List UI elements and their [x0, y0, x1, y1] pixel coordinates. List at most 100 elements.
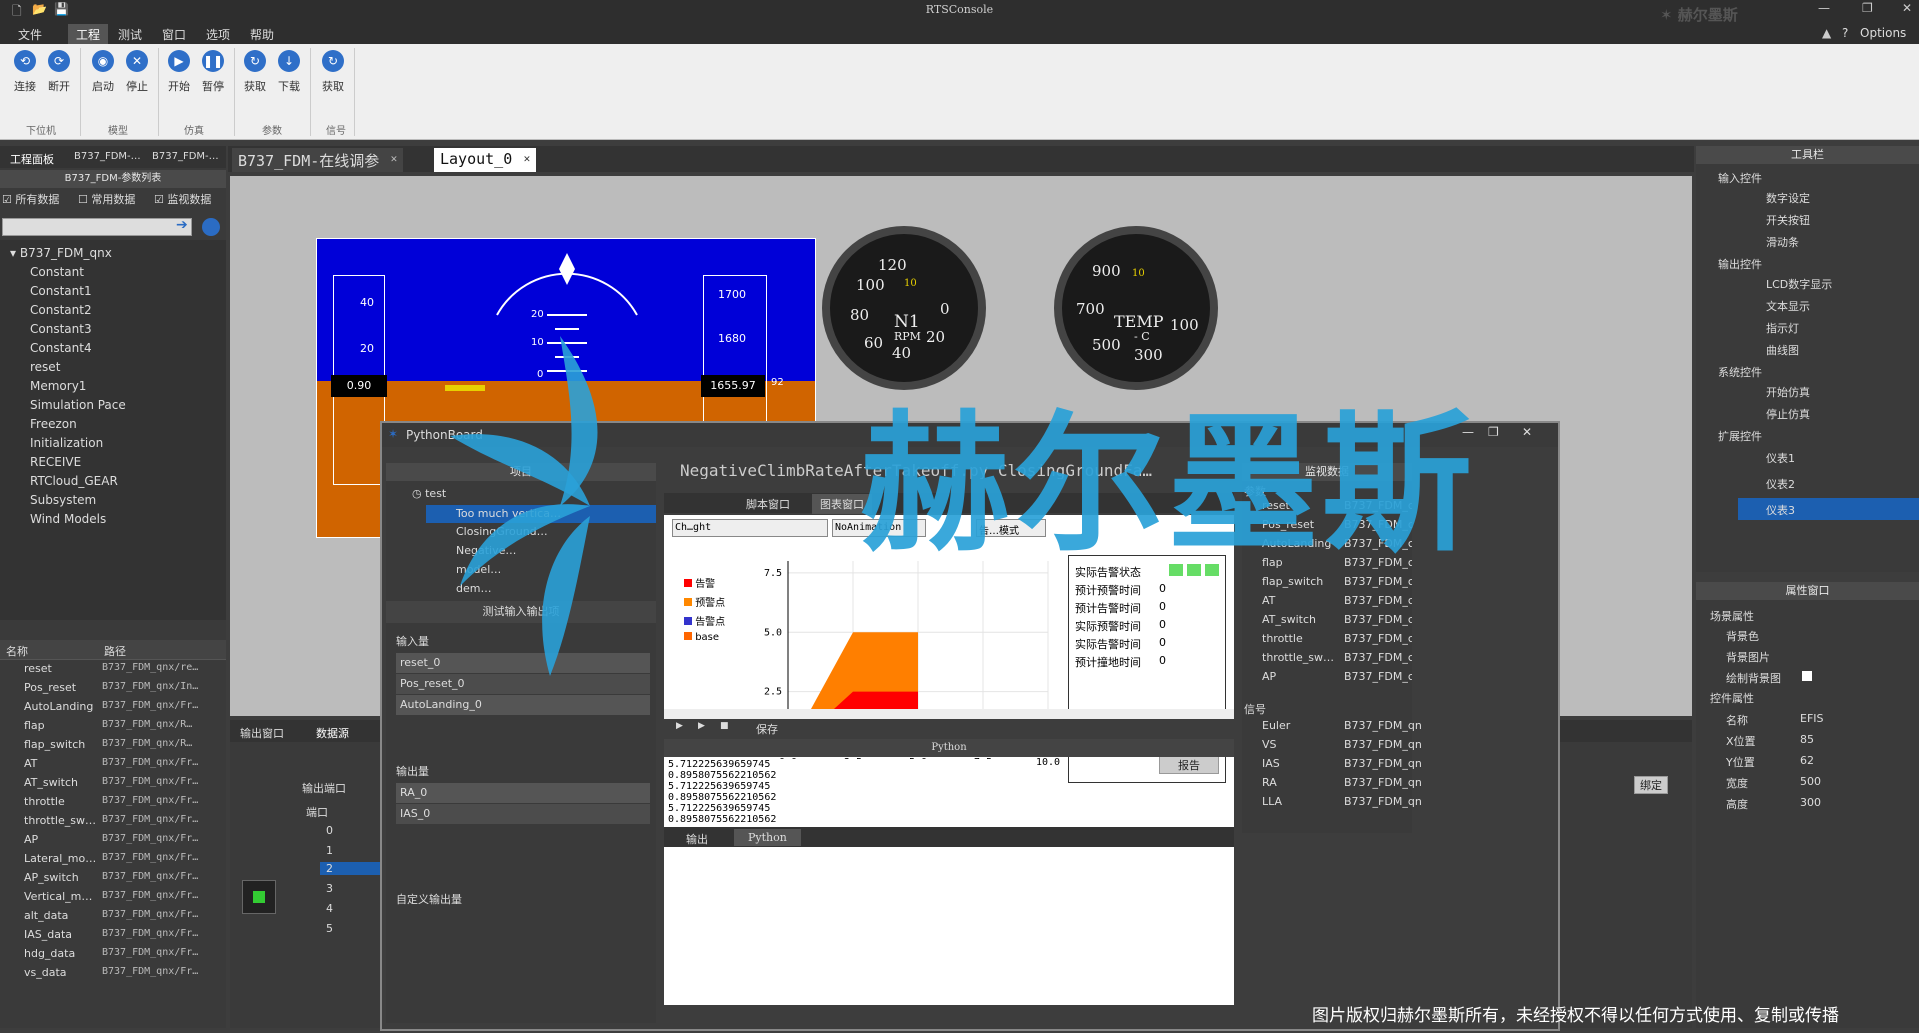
tree-item[interactable]: Freezon	[30, 417, 77, 431]
monitor-row[interactable]: AP B737_FDM_c	[1262, 670, 1412, 683]
tree-item[interactable]: RTCloud_GEAR	[30, 474, 118, 488]
monitor-row[interactable]: throttle_sw… B737_FDM_c	[1262, 651, 1412, 664]
table-row[interactable]: AP_switch B737_FDM_qnx/Fr…	[0, 871, 222, 890]
ribbon-collapse-icon[interactable]: ▲	[1822, 26, 1831, 40]
connect-button[interactable]: ⟲ 连接	[8, 50, 42, 94]
close-tab-icon[interactable]: ✕	[524, 152, 531, 165]
start-sim-button[interactable]: ▶ 开始	[162, 50, 196, 94]
filter-monitor-checkbox[interactable]: ☑ 监视数据	[154, 191, 211, 207]
minimize-button[interactable]: —	[1818, 1, 1830, 15]
tab-output-window[interactable]: 输出窗口	[240, 725, 284, 741]
table-row[interactable]: Pos_reset B737_FDM_qnx/In…	[0, 681, 222, 700]
port-item[interactable]: 4	[326, 902, 333, 915]
tree-item[interactable]: Wind Models	[30, 512, 106, 526]
table-row[interactable]: throttle_sw… B737_FDM_qnx/Fr…	[0, 814, 222, 833]
search-options-icon[interactable]	[202, 218, 220, 236]
toolbox-item-curve[interactable]: 曲线图	[1766, 342, 1799, 358]
toolbox-group-input[interactable]: 输入控件	[1718, 170, 1762, 186]
options-menu[interactable]: Options	[1860, 26, 1906, 40]
tree-item[interactable]: Constant3	[30, 322, 92, 336]
bind-button[interactable]: 绑定	[1634, 776, 1668, 794]
signal-row[interactable]: Euler B737_FDM_qn	[1262, 719, 1422, 732]
toolbox-item-gauge-3-selected[interactable]: 仪表3	[1738, 498, 1919, 520]
table-row[interactable]: AutoLanding B737_FDM_qnx/Fr…	[0, 700, 222, 719]
table-row[interactable]: AT B737_FDM_qnx/Fr…	[0, 757, 222, 776]
output-item[interactable]: RA_0	[396, 783, 650, 803]
tree-item[interactable]: Memory1	[30, 379, 86, 393]
table-row[interactable]: reset B737_FDM_qnx/re…	[0, 662, 222, 681]
table-row[interactable]: alt_data B737_FDM_qnx/Fr…	[0, 909, 222, 928]
tree-root[interactable]: ▾ B737_FDM_qnx	[10, 246, 112, 260]
tree-item[interactable]: Subsystem	[30, 493, 96, 507]
monitor-row[interactable]: throttle B737_FDM_c	[1262, 632, 1412, 645]
prop-value[interactable]: 300	[1800, 796, 1821, 809]
toolbox-item-lcd[interactable]: LCD数字显示	[1766, 276, 1832, 292]
port-item[interactable]: 0	[326, 824, 333, 837]
toolbox-item-indicator[interactable]: 指示灯	[1766, 320, 1799, 336]
menu-window[interactable]: 窗口	[162, 26, 186, 43]
get-signals-button[interactable]: ↻ 获取	[316, 50, 350, 94]
toolbox-item-gauge-2[interactable]: 仪表2	[1766, 476, 1795, 492]
prop-value[interactable]: 500	[1800, 775, 1821, 788]
chart-scrollbar[interactable]	[664, 709, 1234, 719]
table-row[interactable]: throttle B737_FDM_qnx/Fr…	[0, 795, 222, 814]
pb-close-button[interactable]: ✕	[1522, 425, 1532, 439]
signal-row[interactable]: LLA B737_FDM_qn	[1262, 795, 1422, 808]
prop-value[interactable]: EFIS	[1800, 712, 1824, 725]
step-icon[interactable]: ▶	[698, 721, 705, 731]
help-icon[interactable]: ?	[1842, 26, 1848, 40]
menu-options[interactable]: 选项	[206, 26, 230, 43]
tab-param-list[interactable]: B737_FDM-…	[74, 151, 141, 162]
n1-gauge[interactable]: 120 100 80 60 40 20 0 N1 RPM 10	[822, 226, 986, 390]
tab-project-panel[interactable]: 工程面板	[10, 151, 54, 167]
toolbox-item-gauge-1[interactable]: 仪表1	[1766, 450, 1795, 466]
tab-data-source[interactable]: 数据源	[316, 725, 349, 741]
close-button[interactable]: ✕	[1902, 1, 1912, 15]
tab-output[interactable]: 输出	[686, 831, 708, 847]
menu-help[interactable]: 帮助	[250, 26, 274, 43]
pb-maximize-button[interactable]: ❐	[1488, 425, 1499, 439]
toolbox-group-system[interactable]: 系统控件	[1718, 364, 1762, 380]
output-item[interactable]: IAS_0	[396, 804, 650, 824]
toolbox-item-slider[interactable]: 滑动条	[1766, 234, 1799, 250]
report-button[interactable]: 报告	[1159, 756, 1219, 774]
close-tab-icon[interactable]: ✕	[391, 152, 398, 165]
signal-row[interactable]: VS B737_FDM_qn	[1262, 738, 1422, 751]
restore-button[interactable]: ❐	[1862, 1, 1873, 15]
tree-item[interactable]: Initialization	[30, 436, 103, 450]
tab-param-list-2[interactable]: B737_FDM-…	[152, 151, 219, 162]
temp-gauge[interactable]: 900 700 500 300 100 TEMP - C 10	[1054, 226, 1218, 390]
port-item[interactable]: 5	[326, 922, 333, 935]
monitor-row[interactable]: AT_switch B737_FDM_c	[1262, 613, 1412, 626]
stop-icon[interactable]: ■	[720, 721, 729, 731]
download-params-button[interactable]: ↓ 下载	[272, 50, 306, 94]
table-row[interactable]: flap_switch B737_FDM_qnx/R…	[0, 738, 222, 757]
toolbox-item-number-set[interactable]: 数字设定	[1766, 190, 1810, 206]
table-row[interactable]: AT_switch B737_FDM_qnx/Fr…	[0, 776, 222, 795]
param-search-input[interactable]	[2, 218, 192, 236]
port-item[interactable]: 1	[326, 844, 333, 857]
draw-bg-checkbox[interactable]	[1802, 671, 1812, 681]
toolbox-item-text[interactable]: 文本显示	[1766, 298, 1810, 314]
tab-python[interactable]: Python	[734, 829, 801, 846]
disconnect-button[interactable]: ⟳ 断开	[42, 50, 76, 94]
tree-item[interactable]: reset	[30, 360, 60, 374]
pause-sim-button[interactable]: ❚❚ 暂停	[196, 50, 230, 94]
prop-value[interactable]: 62	[1800, 754, 1814, 767]
save-button[interactable]: 保存	[756, 721, 778, 737]
tree-item[interactable]: Constant2	[30, 303, 92, 317]
toolbox-item-stop-sim[interactable]: 停止仿真	[1766, 406, 1810, 422]
tree-item[interactable]: Constant	[30, 265, 84, 279]
chart-combo-1[interactable]: Ch…ght	[672, 519, 828, 537]
menu-project[interactable]: 工程	[68, 24, 109, 44]
table-row[interactable]: AP B737_FDM_qnx/Fr…	[0, 833, 222, 852]
toolbox-group-output[interactable]: 输出控件	[1718, 256, 1762, 272]
filter-all-checkbox[interactable]: ☑ 所有数据	[2, 191, 59, 207]
start-model-button[interactable]: ◉ 启动	[86, 50, 120, 94]
prop-value[interactable]: 85	[1800, 733, 1814, 746]
tree-item[interactable]: Simulation Pace	[30, 398, 126, 412]
toolbox-item-switch[interactable]: 开关按钮	[1766, 212, 1810, 228]
stop-model-button[interactable]: ✕ 停止	[120, 50, 154, 94]
tree-item[interactable]: Constant4	[30, 341, 92, 355]
port-item[interactable]: 3	[326, 882, 333, 895]
